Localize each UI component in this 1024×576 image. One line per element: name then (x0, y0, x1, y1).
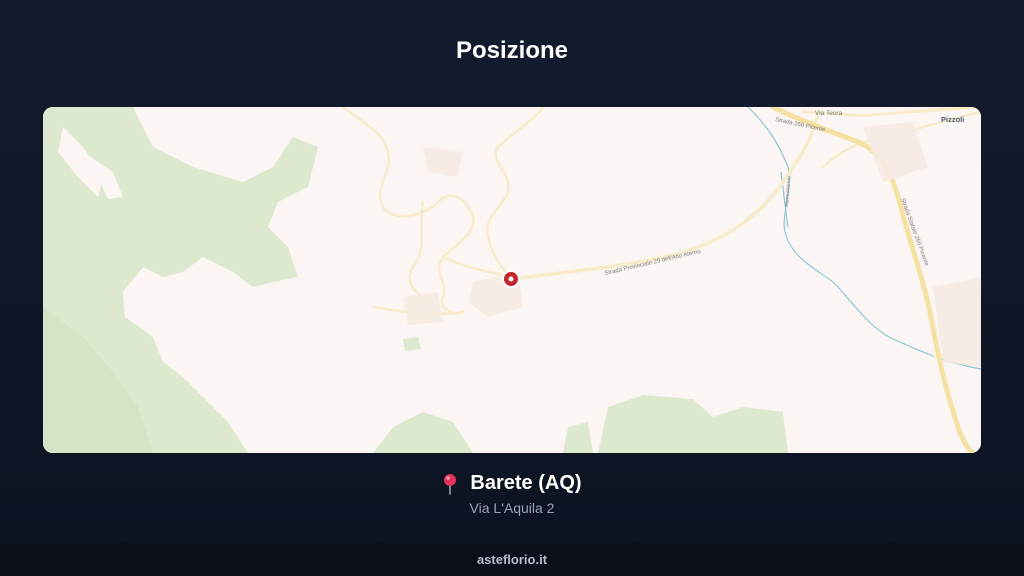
footer-site: asteflorio.it (476, 552, 548, 567)
location-name: Barete (AQ) (470, 472, 582, 494)
map-marker-icon[interactable] (502, 270, 520, 288)
location-info: Barete (AQ) (0, 472, 1024, 495)
map-view[interactable]: Via Teora Strada 260 Picente Strada Prov… (43, 107, 981, 453)
location-address: Via L'Aquila 2 (469, 500, 555, 516)
page-title: Posizione (455, 37, 569, 64)
map-canvas[interactable]: Via Teora Strada 260 Picente Strada Prov… (43, 107, 981, 453)
place-label-pizzoli: Pizzoli (941, 115, 964, 124)
road-label-via-teora: Via Teora (815, 110, 843, 117)
footer: asteflorio.it (0, 543, 1024, 576)
round-pushpin-icon (444, 473, 457, 495)
